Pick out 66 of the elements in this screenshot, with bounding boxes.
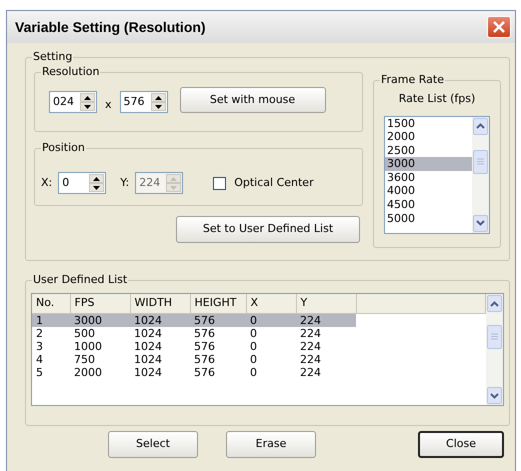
table-cell[interactable]: 3 xyxy=(32,340,70,352)
table-cell-text: 576 xyxy=(193,352,216,366)
table-cell-text: 224 xyxy=(299,352,322,366)
table-cell-text: 0 xyxy=(249,352,258,366)
table-cell-text: 2000 xyxy=(73,366,103,378)
field-label: Y: xyxy=(120,174,130,191)
group-label: Setting xyxy=(32,50,74,64)
table-cell-text: 1000 xyxy=(73,340,103,352)
scroll-down-icon xyxy=(476,220,485,226)
close-button[interactable] xyxy=(487,16,511,38)
table-cell: 0 xyxy=(246,313,296,326)
table-cell: 576 xyxy=(190,326,246,340)
table-cell-text: 1024 xyxy=(133,340,163,352)
optical-center-checkbox[interactable]: Optical Center xyxy=(213,174,314,192)
list-item[interactable]: 4000 xyxy=(385,184,472,198)
table-cell-text: 576 xyxy=(193,340,216,352)
table-cell[interactable]: 5 xyxy=(32,366,70,378)
list-item[interactable]: 3000 xyxy=(385,157,472,171)
list-item[interactable]: 5000 xyxy=(385,212,472,226)
table-cell-text: 1024 xyxy=(133,352,163,366)
scroll-up-icon xyxy=(490,300,499,306)
column-header[interactable]: WIDTH xyxy=(130,294,190,313)
table-cell-text: 576 xyxy=(193,366,216,378)
column-header[interactable]: X xyxy=(246,294,296,313)
list-item[interactable]: 2500 xyxy=(385,144,472,158)
dialog-button[interactable]: Erase xyxy=(226,431,316,458)
table-cell: 576 xyxy=(190,313,246,326)
grip-icon xyxy=(477,158,484,165)
table-cell-text: 224 xyxy=(299,340,322,352)
scroll-up-icon xyxy=(476,123,485,129)
table-cell: 1024 xyxy=(130,326,190,340)
table-cell: 224 xyxy=(296,326,356,340)
table-cell[interactable]: 1 xyxy=(32,313,70,326)
close-icon xyxy=(492,20,506,34)
table-cell: 500 xyxy=(70,326,130,340)
table-cell-text: 224 xyxy=(299,366,322,378)
table-cell: 224 xyxy=(296,313,356,326)
column-header[interactable]: HEIGHT xyxy=(190,294,246,313)
grip-icon xyxy=(491,333,498,340)
table-cell[interactable]: 2 xyxy=(32,326,70,340)
scroll-bar[interactable] xyxy=(472,116,489,232)
separator-label: x xyxy=(105,96,112,112)
table-cell-text: 0 xyxy=(249,366,258,378)
table-cell[interactable]: 4 xyxy=(32,352,70,366)
table-cell: 0 xyxy=(246,326,296,340)
set-to-user-defined-list-button[interactable]: Set to User Defined List xyxy=(176,216,360,243)
list-item[interactable]: 2000 xyxy=(385,130,472,144)
dialog-button[interactable]: Close xyxy=(418,431,504,458)
table-cell: 3000 xyxy=(70,313,130,326)
table-cell-text: 0 xyxy=(249,340,258,352)
table-cell-text: 1024 xyxy=(133,366,163,378)
column-header[interactable]: Y xyxy=(296,294,356,313)
list-label: Rate List (fps) xyxy=(398,91,476,107)
table-cell: 1024 xyxy=(130,313,190,326)
list-item[interactable]: 1500 xyxy=(385,116,472,130)
list-item[interactable]: 4500 xyxy=(385,198,472,212)
set-with-mouse-button[interactable]: Set with mouse xyxy=(180,87,326,113)
list-item[interactable]: 3600 xyxy=(385,170,472,184)
column-header[interactable]: No. xyxy=(32,294,70,313)
field-label: X: xyxy=(41,174,52,191)
dialog-button[interactable]: Select xyxy=(108,431,198,458)
scroll-down-icon xyxy=(490,392,499,398)
scroll-bar[interactable] xyxy=(486,294,503,405)
table-cell-text: 750 xyxy=(73,352,96,366)
window-title: Variable Setting (Resolution) xyxy=(15,18,206,37)
column-header[interactable]: FPS xyxy=(70,294,130,313)
